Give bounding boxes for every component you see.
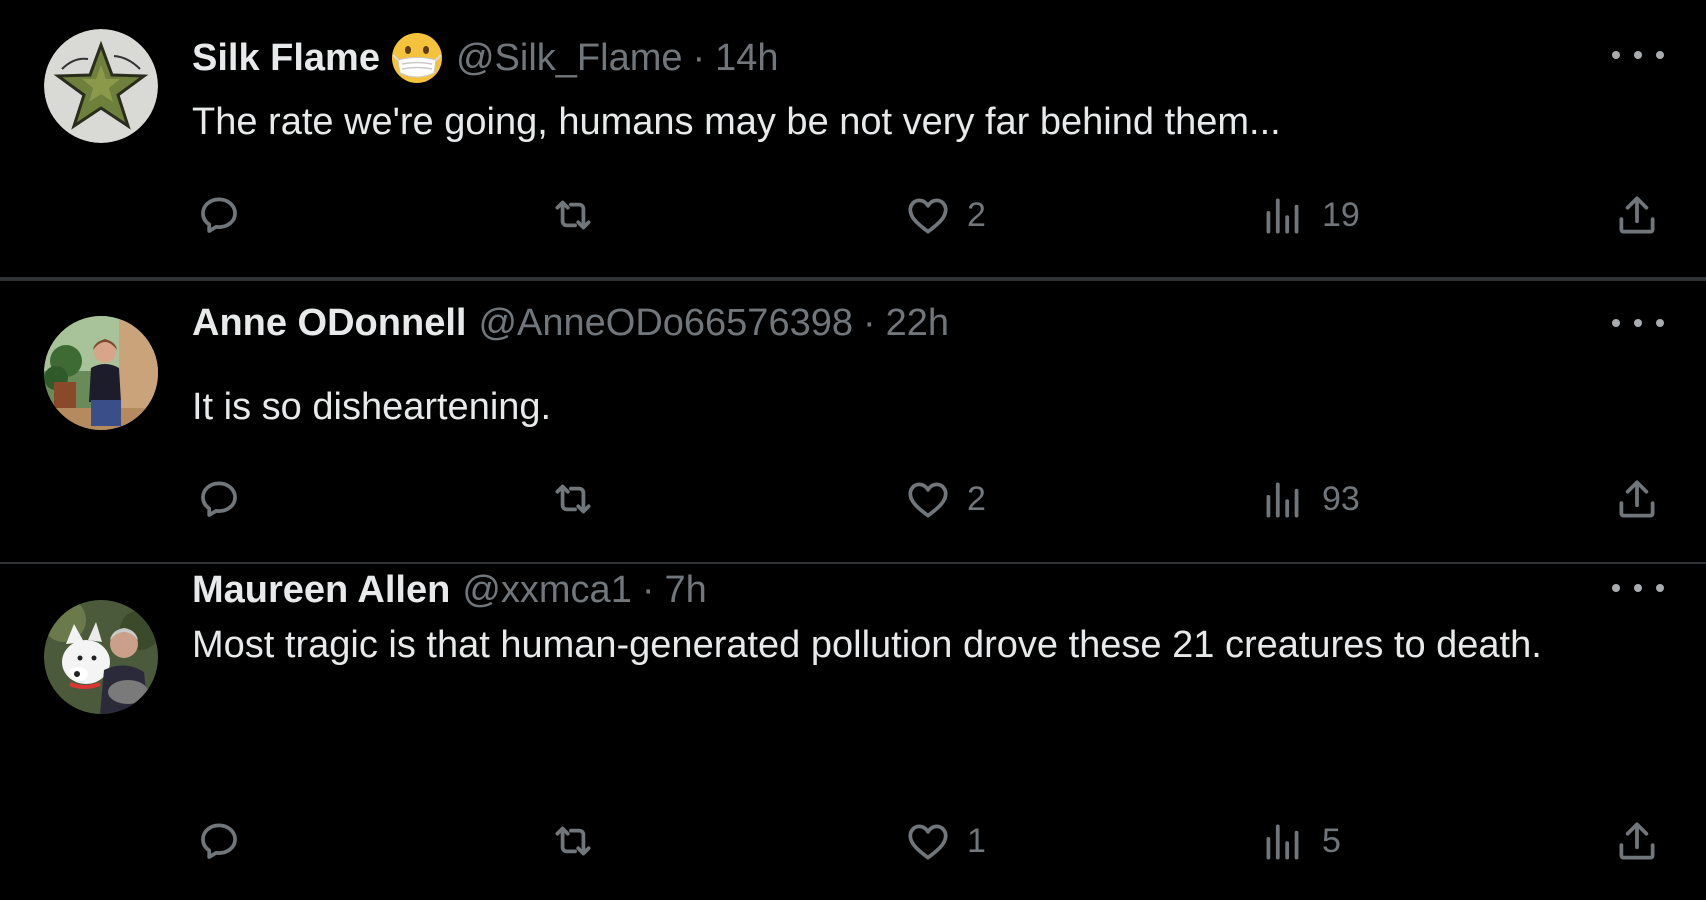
view-count: 19	[1322, 195, 1360, 234]
face-with-mask-icon	[390, 31, 444, 85]
timestamp[interactable]: 7h	[664, 569, 706, 612]
more-options-button[interactable]	[1612, 40, 1664, 70]
more-dot	[1656, 51, 1664, 59]
like-button[interactable]: 2	[903, 187, 986, 243]
reply-icon	[201, 823, 237, 859]
retweet-icon	[555, 484, 591, 514]
retweet-icon	[555, 200, 591, 230]
timestamp[interactable]: 14h	[715, 37, 778, 80]
tweet-maureen-allen[interactable]: Maureen Allen @xxmca1 · 7h Most tragic i…	[0, 565, 1706, 900]
more-dot	[1634, 319, 1642, 327]
author-handle[interactable]: @xxmca1	[462, 569, 632, 612]
share-button[interactable]	[1612, 471, 1662, 527]
more-dot	[1634, 584, 1642, 592]
views-button[interactable]: 19	[1258, 187, 1360, 243]
author-handle[interactable]: @Silk_Flame	[456, 37, 683, 80]
more-dot	[1634, 51, 1642, 59]
share-icon	[1619, 822, 1655, 860]
views-bar-chart-icon	[1266, 482, 1299, 518]
reply-button[interactable]	[194, 813, 244, 869]
retweet-button[interactable]	[548, 187, 598, 243]
author-name[interactable]: Silk Flame	[192, 37, 380, 80]
tweet-text: The rate we're going, humans may be not …	[192, 101, 1281, 143]
more-dot	[1612, 319, 1620, 327]
view-count: 93	[1322, 479, 1360, 518]
tweet-header: Maureen Allen @xxmca1 · 7h	[192, 562, 707, 618]
reply-button[interactable]	[194, 187, 244, 243]
share-button[interactable]	[1612, 187, 1662, 243]
person-with-dog-photo-avatar-icon	[44, 600, 158, 714]
star-logo-icon	[44, 29, 158, 143]
view-count: 5	[1322, 821, 1341, 860]
views-button[interactable]: 5	[1258, 813, 1341, 869]
timestamp[interactable]: 22h	[886, 302, 949, 345]
person-photo-avatar-icon	[44, 316, 158, 430]
more-options-button[interactable]	[1612, 308, 1664, 338]
avatar[interactable]	[44, 316, 158, 430]
tweet-header: Anne ODonnell @AnneODo66576398 · 22h	[192, 295, 949, 351]
reply-icon	[201, 481, 237, 517]
more-options-button[interactable]	[1612, 573, 1664, 603]
separator-dot: ·	[862, 301, 876, 344]
heart-icon	[908, 824, 948, 860]
author-name[interactable]: Anne ODonnell	[192, 302, 466, 345]
retweet-button[interactable]	[548, 471, 598, 527]
more-dot	[1656, 584, 1664, 592]
tweet-text: It is so disheartening.	[192, 386, 552, 428]
like-count: 2	[967, 195, 986, 234]
tweet-text: Most tragic is that human-generated poll…	[192, 624, 1542, 666]
separator-dot: ·	[641, 568, 655, 611]
retweet-icon	[555, 826, 591, 856]
heart-icon	[908, 198, 948, 234]
share-icon	[1619, 196, 1655, 234]
author-name[interactable]: Maureen Allen	[192, 569, 450, 612]
like-count: 2	[967, 479, 986, 518]
reply-button[interactable]	[194, 471, 244, 527]
retweet-button[interactable]	[548, 813, 598, 869]
avatar[interactable]	[44, 600, 158, 714]
author-handle[interactable]: @AnneODo66576398	[478, 302, 853, 345]
like-button[interactable]: 1	[903, 813, 986, 869]
avatar[interactable]	[44, 29, 158, 143]
more-dot	[1612, 584, 1620, 592]
tweet-anne-odonnell[interactable]: Anne ODonnell @AnneODo66576398 · 22h It …	[0, 281, 1706, 563]
heart-icon	[908, 482, 948, 518]
like-button[interactable]: 2	[903, 471, 986, 527]
like-count: 1	[967, 821, 986, 860]
views-button[interactable]: 93	[1258, 471, 1360, 527]
share-button[interactable]	[1612, 813, 1662, 869]
more-dot	[1656, 319, 1664, 327]
more-dot	[1612, 51, 1620, 59]
tweet-header: Silk Flame @Silk_Flame · 14h	[192, 30, 779, 86]
share-icon	[1619, 480, 1655, 518]
reply-icon	[201, 197, 237, 233]
views-bar-chart-icon	[1266, 824, 1299, 860]
separator-dot: ·	[692, 36, 706, 79]
tweet-silk-flame[interactable]: Silk Flame @Silk_Flame · 14h The rate we…	[0, 0, 1706, 278]
views-bar-chart-icon	[1266, 198, 1299, 234]
